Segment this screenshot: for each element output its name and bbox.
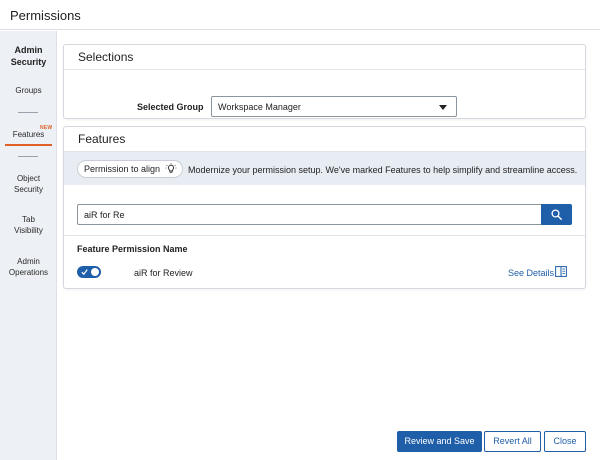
- chip-label: Permission to align: [84, 164, 161, 174]
- selected-group-label: Selected Group: [137, 102, 204, 112]
- sidebar-item-object-security[interactable]: Object Security: [0, 173, 57, 195]
- permission-to-align-chip[interactable]: Permission to align: [77, 160, 184, 178]
- feature-search: [77, 204, 572, 225]
- sidebar-item-admin-operations[interactable]: Admin Operations: [0, 256, 57, 278]
- sidebar-item-groups[interactable]: Groups: [0, 85, 57, 96]
- selected-group-dropdown[interactable]: Workspace Manager: [211, 96, 457, 117]
- sidebar-item-label: Visibility: [14, 226, 43, 235]
- column-header-feature-name: Feature Permission Name: [77, 244, 188, 254]
- feature-name: aiR for Review: [134, 268, 193, 278]
- review-and-save-button[interactable]: Review and Save: [397, 431, 482, 452]
- active-indicator: [5, 144, 52, 146]
- sidebar-item-label: Object: [16, 174, 41, 183]
- selections-title: Selections: [64, 45, 585, 70]
- sidebar-item-label: Security: [14, 185, 43, 194]
- selected-group-value: Workspace Manager: [218, 102, 301, 112]
- window-title: Permissions: [10, 8, 81, 23]
- sidebar-divider: [18, 156, 38, 157]
- search-icon: [551, 209, 562, 220]
- sidebar-heading-line1: Admin: [14, 45, 43, 55]
- lightbulb-icon: [165, 163, 177, 173]
- close-button[interactable]: Close: [544, 431, 586, 452]
- sidebar-item-label: Operations: [8, 268, 49, 277]
- sidebar-divider: [18, 112, 38, 113]
- sidebar-item-tab-visibility[interactable]: Tab Visibility: [0, 214, 57, 236]
- see-details-link[interactable]: See Details: [508, 268, 554, 278]
- sidebar-item-label: Admin: [17, 257, 40, 266]
- sidebar-item-label: Features: [12, 130, 45, 139]
- book-icon[interactable]: [555, 266, 567, 277]
- sidebar-heading-line2: Security: [10, 57, 47, 67]
- feature-search-input[interactable]: [77, 204, 541, 225]
- features-title: Features: [64, 127, 585, 152]
- revert-all-button[interactable]: Revert All: [484, 431, 541, 452]
- sidebar-item-features[interactable]: Features: [0, 129, 57, 140]
- sidebar-item-label: Tab: [22, 215, 35, 224]
- divider: [64, 235, 585, 236]
- sidebar-heading: Admin Security: [0, 44, 57, 68]
- feature-toggle[interactable]: [77, 266, 101, 278]
- title-bar: Permissions: [0, 0, 600, 30]
- info-text: Modernize your permission setup. We've m…: [188, 165, 578, 175]
- main-content: Selections Selected Group Workspace Mana…: [58, 31, 600, 460]
- sidebar: Admin Security Groups NEW Features Objec…: [0, 31, 57, 460]
- info-banner: Permission to align Modernize your permi…: [64, 152, 585, 185]
- features-panel: Features Permission to align Modernize y…: [63, 126, 586, 289]
- check-icon: [81, 269, 88, 276]
- search-button[interactable]: [541, 204, 572, 225]
- toggle-knob: [91, 268, 99, 276]
- selections-panel: Selections Selected Group Workspace Mana…: [63, 44, 586, 119]
- caret-down-icon: [439, 105, 447, 110]
- sidebar-item-label: Groups: [15, 86, 42, 95]
